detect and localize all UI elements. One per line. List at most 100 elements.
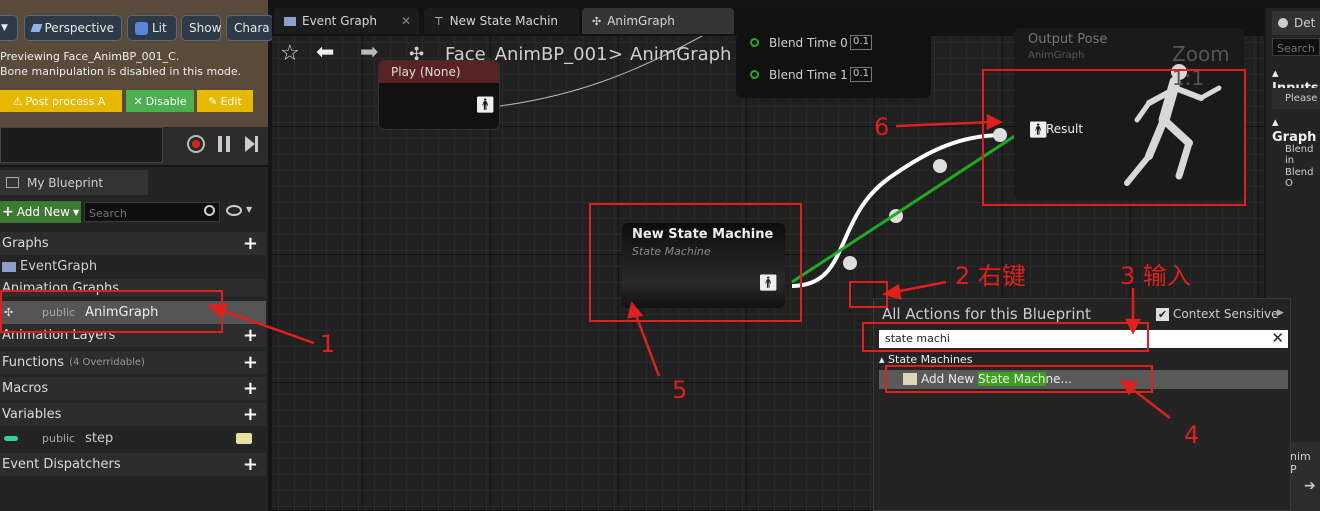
variable-name-label: step — [85, 431, 114, 446]
checkbox-checked-icon[interactable]: ✔ — [1156, 308, 1169, 321]
pause-icon[interactable] — [218, 136, 230, 152]
tab-anim-graph[interactable]: ✣ AnimGraph — [582, 8, 734, 34]
add-variable-icon[interactable]: + — [243, 405, 258, 424]
tab-label: New State Machin — [449, 14, 559, 28]
tab-event-graph[interactable]: Event Graph ✕ — [274, 8, 419, 34]
pose-pin-icon[interactable]: 🚹︎ — [475, 95, 495, 114]
access-label: public — [42, 432, 76, 445]
macros-label: Macros — [2, 381, 49, 396]
annotation-label-5: 5 — [672, 376, 688, 404]
event-graph-label: EventGraph — [20, 259, 98, 274]
event-dispatchers-label: Event Dispatchers — [2, 457, 121, 472]
add-new-button[interactable]: + Add New ▼ — [0, 201, 81, 223]
search-input[interactable] — [87, 204, 201, 222]
add-macro-icon[interactable]: + — [243, 379, 258, 398]
blend-in-label: Blend in — [1285, 144, 1314, 166]
event-dispatchers-category[interactable]: Event Dispatchers + — [0, 453, 266, 476]
eye-icon[interactable] — [226, 205, 242, 216]
output-pose-title: Output Pose — [1028, 32, 1108, 47]
wire-reroute-point — [843, 256, 857, 270]
float-pin-icon[interactable] — [750, 70, 759, 79]
tab-label: Event Graph — [302, 14, 377, 28]
chevron-right-icon[interactable]: ▶ — [1277, 308, 1284, 318]
graphs-category[interactable]: Graphs + — [0, 232, 266, 255]
functions-category[interactable]: Functions (4 Overridable) + — [0, 351, 266, 374]
show-button[interactable]: Show — [181, 15, 221, 41]
edit-button[interactable]: ✎ Edit — [197, 90, 253, 112]
state-machine-icon: ⊤ — [434, 14, 444, 28]
annotation-label-6: 6 — [874, 113, 890, 141]
record-button[interactable] — [187, 135, 205, 153]
event-graph-item[interactable]: EventGraph — [0, 255, 266, 278]
please-text: Please — [1272, 88, 1320, 109]
tab-state-machine[interactable]: ⊤ New State Machin — [424, 8, 579, 34]
blend-time-1-field[interactable]: 0.1 — [850, 67, 872, 82]
annotation-box-1 — [0, 290, 223, 333]
close-icon: ✕ — [133, 94, 143, 108]
chevron-down-icon[interactable]: ▼ — [246, 205, 252, 214]
functions-count: (4 Overridable) — [69, 357, 145, 368]
details-search-input[interactable] — [1275, 39, 1320, 57]
clear-search-icon[interactable]: ✕ — [1271, 329, 1284, 347]
perspective-button[interactable]: Perspective — [24, 15, 122, 41]
annotation-label-1: 1 — [320, 330, 336, 358]
playback-controls-bar — [0, 127, 268, 165]
blend-time-0-field[interactable]: 0.1 — [850, 35, 872, 50]
my-blueprint-panel: My Blueprint + Add New ▼ ▼ Graphs + Even… — [0, 167, 268, 511]
my-blueprint-tab[interactable]: My Blueprint — [0, 170, 148, 195]
variables-category[interactable]: Variables + — [0, 403, 266, 426]
add-layer-icon[interactable]: + — [243, 326, 258, 345]
bone-manipulation-text: Bone manipulation is disabled in this mo… — [0, 65, 242, 78]
blend-time-0-label: Blend Time 0 — [769, 36, 848, 50]
functions-label: Functions — [2, 355, 65, 370]
chevron-down-icon: ▼ — [72, 207, 80, 217]
play-output-wire — [499, 36, 704, 107]
add-graph-icon[interactable]: + — [243, 234, 258, 253]
graph-section[interactable]: ▴ Graph — [1272, 115, 1320, 145]
lit-label: Lit — [152, 21, 167, 35]
character-button[interactable]: Chara — [226, 15, 274, 41]
arrow-right-icon[interactable]: ➔ — [1304, 478, 1316, 494]
details-search-box[interactable] — [1272, 38, 1320, 57]
search-box[interactable] — [84, 202, 220, 222]
annotation-box-4 — [885, 365, 1153, 393]
viewport-options-dropdown[interactable]: ▼ — [0, 15, 18, 41]
wire-reroute-point — [933, 159, 947, 173]
annotation-box-5 — [589, 203, 802, 322]
close-icon[interactable]: ✕ — [401, 14, 411, 28]
perspective-label: Perspective — [44, 21, 115, 35]
annotation-box-6 — [982, 69, 1246, 206]
book-icon — [6, 177, 19, 188]
details-tab-label: Det — [1294, 16, 1316, 30]
postprocess-label: Post process A — [25, 94, 106, 108]
blend-node[interactable]: Blend Time 0 0.1 Blend Time 1 0.1 — [736, 34, 931, 98]
lit-sphere-icon — [135, 21, 148, 35]
macros-category[interactable]: Macros + — [0, 377, 266, 400]
lit-button[interactable]: Lit — [127, 15, 177, 41]
postprocess-warning-button[interactable]: ⚠ Post process A — [0, 90, 122, 112]
my-blueprint-tab-label: My Blueprint — [27, 175, 104, 190]
graph-icon — [2, 261, 16, 272]
record-icon — [192, 140, 200, 148]
output-pose-subtitle: AnimGraph — [1028, 50, 1085, 61]
variable-type-icon — [4, 436, 18, 441]
disable-button[interactable]: ✕ Disable — [126, 90, 194, 112]
add-dispatcher-icon[interactable]: + — [243, 455, 258, 474]
details-tab[interactable]: Det — [1272, 11, 1320, 35]
annotation-label-4: 4 — [1184, 421, 1200, 449]
disable-label: Disable — [145, 94, 187, 108]
variable-item-step[interactable]: public step — [0, 427, 266, 450]
perspective-icon — [30, 24, 42, 32]
float-pin-icon[interactable] — [750, 38, 759, 47]
eye-icon[interactable] — [236, 433, 252, 444]
add-new-label: Add New — [16, 205, 70, 219]
annotation-box-3 — [862, 322, 1149, 352]
play-node[interactable]: Play (None) 🚹︎ — [378, 60, 500, 130]
blend-time-1-label: Blend Time 1 — [769, 68, 848, 82]
play-node-title: Play (None) — [391, 65, 461, 79]
edit-label: Edit — [220, 94, 242, 108]
add-function-icon[interactable]: + — [243, 353, 258, 372]
play-step-icon[interactable] — [245, 136, 255, 152]
timeline-area[interactable] — [0, 127, 163, 163]
tab-label: AnimGraph — [607, 14, 675, 28]
